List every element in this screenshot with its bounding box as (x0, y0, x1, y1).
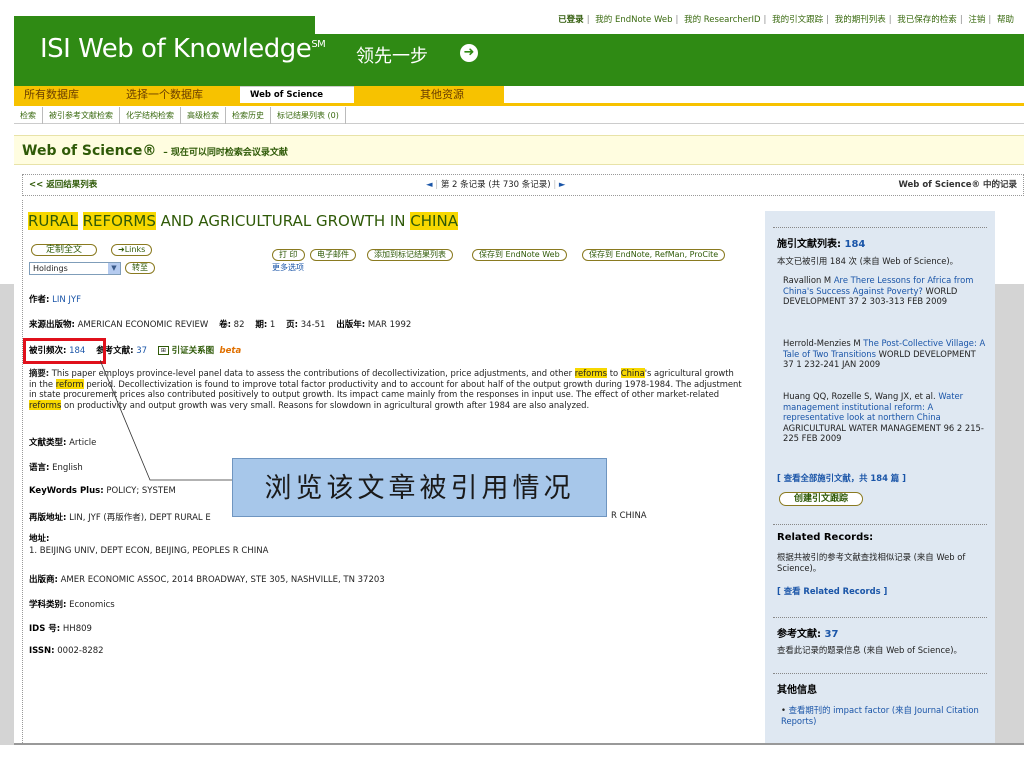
author-link[interactable]: LIN JYF (52, 295, 81, 305)
doctype-field: 文献类型: Article (29, 438, 97, 448)
citation-map-link[interactable]: 引证关系图 (172, 346, 215, 356)
wos-banner: Web of Science® – 现在可以同时检索会议录文献 (14, 135, 1024, 165)
back-to-results-link[interactable]: << 返回结果列表 (29, 180, 97, 190)
related-title: Related Records: (777, 532, 874, 543)
record-pager: ◄ | 第 2 条记录 (共 730 条记录) | ► (426, 180, 566, 190)
browser-page: ISI Web of KnowledgeSM 领先一步 ➜ 已登录 | 我的 En… (0, 0, 1024, 768)
language-field: 语言: English (29, 463, 83, 473)
save-to-endnote-button[interactable]: 保存到 EndNote, RefMan, ProCite (582, 249, 726, 261)
highlight-box (23, 338, 106, 364)
record-title: RURAL REFORMS AND AGRICULTURAL GROWTH IN… (28, 212, 458, 230)
tab-all-databases[interactable]: 所有数据库 (14, 86, 114, 103)
save-to-endnote-web-button[interactable]: 保存到 EndNote Web (472, 249, 567, 261)
search-subnav: 检索 被引参考文献检索 化学结构检索 高级检索 检索历史 标记结果列表 (0) (14, 107, 1024, 124)
subnav-search-history[interactable]: 检索历史 (226, 107, 271, 124)
link-endnote-web[interactable]: 我的 EndNote Web (595, 15, 672, 25)
email-button[interactable]: 电子邮件 (310, 249, 356, 261)
cited-count-link[interactable]: 184 (844, 239, 865, 250)
impact-factor-item: • 查看期刊的 impact factor (来自 Journal Citati… (781, 705, 987, 726)
citation-item: Ravallion M Are There Lessons for Africa… (783, 275, 974, 306)
citation-item: Herrold-Menzies M The Post-Collective Vi… (783, 338, 986, 369)
beta-badge: beta (219, 346, 242, 356)
related-records-link[interactable]: [ 查看 Related Records ] (777, 586, 887, 597)
source-field: 来源出版物: AMERICAN ECONOMIC REVIEW 卷: 82 期:… (29, 320, 412, 330)
create-citation-alert-button[interactable]: 创建引文跟踪 (779, 492, 864, 506)
goto-button[interactable]: 转至 (125, 262, 155, 274)
link-logout[interactable]: 注销 (968, 15, 985, 25)
subject-field: 学科类别: Economics (29, 600, 115, 610)
more-options-link[interactable]: 更多选项 (272, 262, 304, 273)
wos-title: Web of Science® (22, 143, 157, 159)
record-navigation: << 返回结果列表 ◄ | 第 2 条记录 (共 730 条记录) | ► We… (22, 174, 1024, 196)
link-researcherid[interactable]: 我的 ResearcherID (684, 15, 760, 25)
cited-desc: 本文已被引用 184 次 (来自 Web of Science)。 (777, 256, 959, 266)
top-links: 已登录 | 我的 EndNote Web | 我的 ResearcherID | 我的… (315, 8, 1024, 34)
sidebar: 施引文献列表: 184 本文已被引用 184 次 (来自 Web of Scie… (765, 211, 995, 745)
refs-count-link[interactable]: 37 (824, 629, 838, 640)
reprint-field: 再版地址: LIN, JYF (再版作者), DEPT RURAL E (29, 513, 211, 523)
publisher-field: 出版商: AMER ECONOMIC ASSOC, 2014 BROADWAY,… (29, 575, 385, 585)
view-all-citing-link[interactable]: [ 查看全部施引文献，共 184 篇 ] (777, 473, 906, 484)
prev-record-icon[interactable]: ◄ (426, 180, 433, 190)
link-help[interactable]: 帮助 (997, 15, 1014, 25)
subnav-cited-ref-search[interactable]: 被引参考文献检索 (43, 107, 120, 124)
record-position: 第 2 条记录 (共 730 条记录) (440, 180, 551, 190)
cited-title: 施引文献列表: 184 (777, 239, 866, 250)
reprint-field-tail: R CHINA (611, 511, 647, 521)
holdings-select[interactable]: Holdings ▼ (29, 262, 121, 275)
link-citation-alerts[interactable]: 我的引文跟踪 (772, 15, 823, 25)
related-desc: 根据共被引的参考文献查找相似记录 (来自 Web of Science)。 (777, 552, 966, 573)
logged-in-label: 已登录 (558, 15, 584, 25)
subnav-advanced-search[interactable]: 高级检索 (181, 107, 226, 124)
chevron-down-icon: ▼ (108, 263, 120, 274)
tab-other-resources[interactable]: 其他资源 (354, 86, 504, 103)
tab-select-database[interactable]: 选择一个数据库 (112, 86, 240, 103)
other-info-title: 其他信息 (777, 685, 817, 696)
refs-desc: 查看此记录的题录信息 (来自 Web of Science)。 (777, 645, 962, 655)
refs-title: 参考文献: 37 (777, 629, 839, 640)
links-button[interactable]: ➜Links (111, 244, 153, 256)
subnav-structure-search[interactable]: 化学结构检索 (120, 107, 181, 124)
subnav-marked-list[interactable]: 标记结果列表 (0) (271, 107, 346, 124)
print-button[interactable]: 打 印 (272, 249, 305, 261)
fulltext-button[interactable]: 定制全文 (31, 244, 98, 256)
bottom-rule (14, 743, 1024, 745)
next-record-icon[interactable]: ► (559, 180, 566, 190)
left-margin (0, 284, 14, 745)
link-saved-searches[interactable]: 我已保存的检索 (897, 15, 957, 25)
add-to-marked-list-button[interactable]: 添加到标记结果列表 (367, 249, 453, 261)
right-margin (995, 284, 1024, 745)
annotation-callout: 浏览该文章被引用情况 (232, 458, 607, 517)
bullet-icon: • (781, 705, 786, 715)
database-tabs: 所有数据库 选择一个数据库 Web of Science 其他资源 (14, 86, 1024, 103)
impact-factor-link[interactable]: 查看期刊的 impact factor (来自 Journal Citation… (781, 705, 979, 726)
tab-underline (14, 103, 1024, 106)
subnav-search[interactable]: 检索 (14, 107, 43, 124)
records-in-wos: Web of Science® 中的记录 (898, 180, 1017, 190)
wos-subtitle: – 现在可以同时检索会议录文献 (163, 148, 288, 158)
ids-field: IDS 号: HH809 (29, 624, 92, 634)
arrow-icon: ➜ (118, 245, 125, 254)
arrow-circle-icon: ➜ (460, 44, 478, 62)
citation-map-icon[interactable]: ⊞ (157, 346, 169, 355)
site-logo[interactable]: ISI Web of KnowledgeSM (40, 34, 326, 64)
issn-field: ISSN: 0002-8282 (29, 646, 104, 656)
link-journal-list[interactable]: 我的期刊列表 (835, 15, 886, 25)
address-field: 地址: 1. BEIJING UNIV, DEPT ECON, BEIJING, … (29, 534, 269, 556)
tab-web-of-science[interactable]: Web of Science (240, 86, 354, 103)
author-field: 作者: LIN JYF (29, 295, 82, 305)
slogan: 领先一步 (356, 46, 428, 67)
citation-item: Huang QQ, Rozelle S, Wang JX, et al. Wat… (783, 391, 984, 443)
references-link[interactable]: 37 (136, 346, 147, 356)
